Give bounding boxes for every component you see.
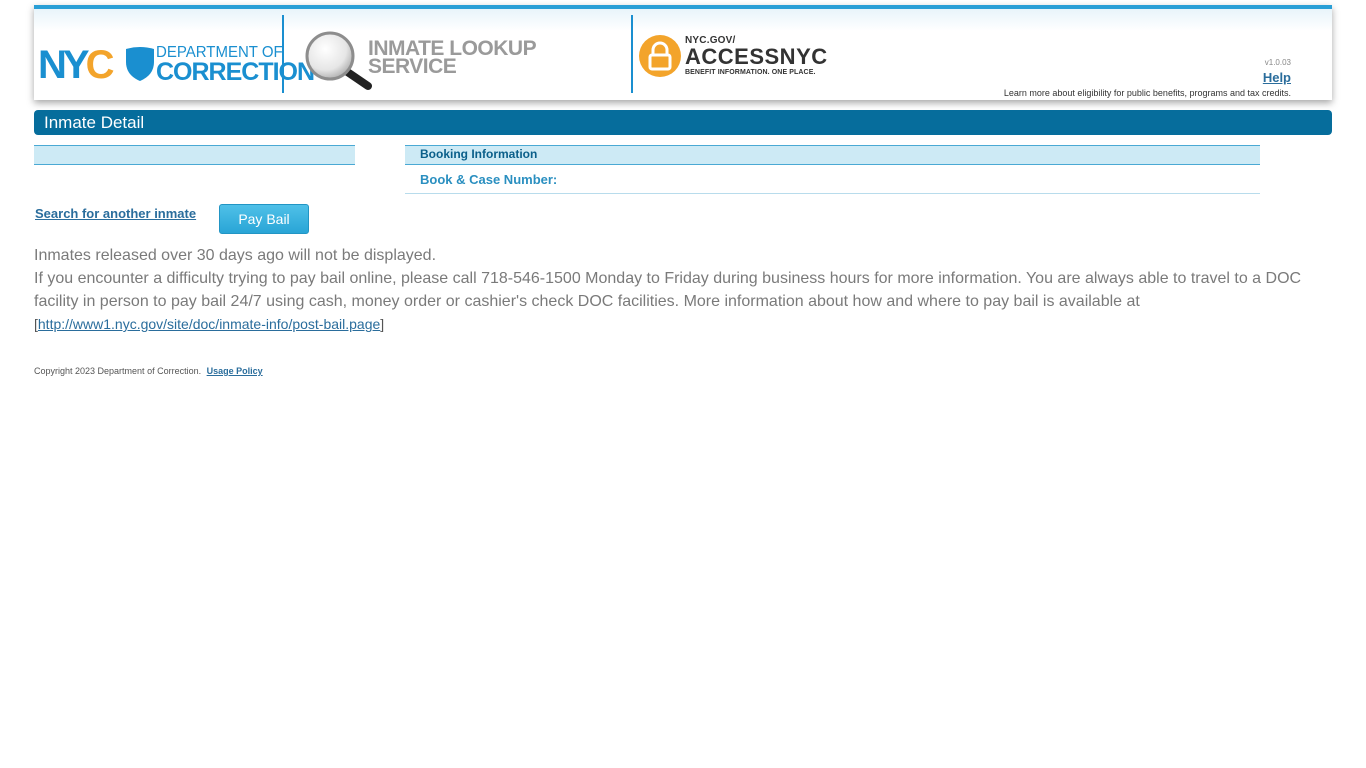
dept-line2: CORRECTION (156, 58, 315, 86)
shield-icon (126, 47, 154, 81)
post-bail-link-wrapper: [http://www1.nyc.gov/site/doc/inmate-inf… (34, 313, 1314, 336)
link-bracket-close: ] (380, 316, 385, 332)
service-title: INMATE LOOKUP SERVICE (368, 38, 537, 78)
nyc-wordmark: NYC (38, 43, 115, 87)
copyright-text: Copyright 2023 Department of Correction. (34, 366, 202, 376)
site-header: NYC DEPARTMENT OF CORRECTION INMATE LOOK… (34, 5, 1332, 100)
service-line2: SERVICE (368, 55, 457, 78)
info-line2: If you encounter a difficulty trying to … (34, 270, 1302, 310)
accessnyc-line2: ACCESSNYC (685, 44, 828, 69)
footer: Copyright 2023 Department of Correction.… (34, 366, 263, 376)
learn-more-text: Learn more about eligibility for public … (1003, 88, 1291, 98)
booking-info-heading: Booking Information (405, 145, 1260, 165)
magnifier-icon (305, 31, 372, 90)
inmate-info-panel (34, 145, 355, 165)
lock-icon[interactable] (638, 34, 682, 78)
usage-policy-link[interactable]: Usage Policy (207, 366, 263, 376)
header-divider (282, 15, 284, 93)
accessnyc-tagline: BENEFIT INFORMATION. ONE PLACE. (685, 69, 816, 76)
dept-line1: DEPARTMENT OF (156, 43, 283, 62)
nyc-letter-n: N (38, 43, 67, 87)
search-another-inmate-link[interactable]: Search for another inmate (35, 206, 196, 221)
page: NYC DEPARTMENT OF CORRECTION INMATE LOOK… (0, 0, 1366, 768)
info-line1: Inmates released over 30 days ago will n… (34, 247, 437, 264)
dept-name: DEPARTMENT OF CORRECTION (156, 43, 315, 86)
accessnyc-logo[interactable]: NYC.GOV/ ACCESSNYC BENEFIT INFORMATION. … (685, 35, 828, 77)
page-title: Inmate Detail (34, 110, 1332, 135)
nyc-letter-y: Y (62, 43, 90, 87)
info-text: Inmates released over 30 days ago will n… (34, 244, 1314, 336)
post-bail-link[interactable]: http://www1.nyc.gov/site/doc/inmate-info… (38, 316, 380, 332)
header-divider (631, 15, 633, 93)
help-link[interactable]: Help (1263, 70, 1291, 85)
pay-bail-button[interactable]: Pay Bail (219, 204, 309, 234)
nyc-letter-c: C (85, 43, 115, 87)
version-label: v1.0.03 (1264, 58, 1291, 67)
book-case-number-label: Book & Case Number: (405, 166, 1260, 194)
